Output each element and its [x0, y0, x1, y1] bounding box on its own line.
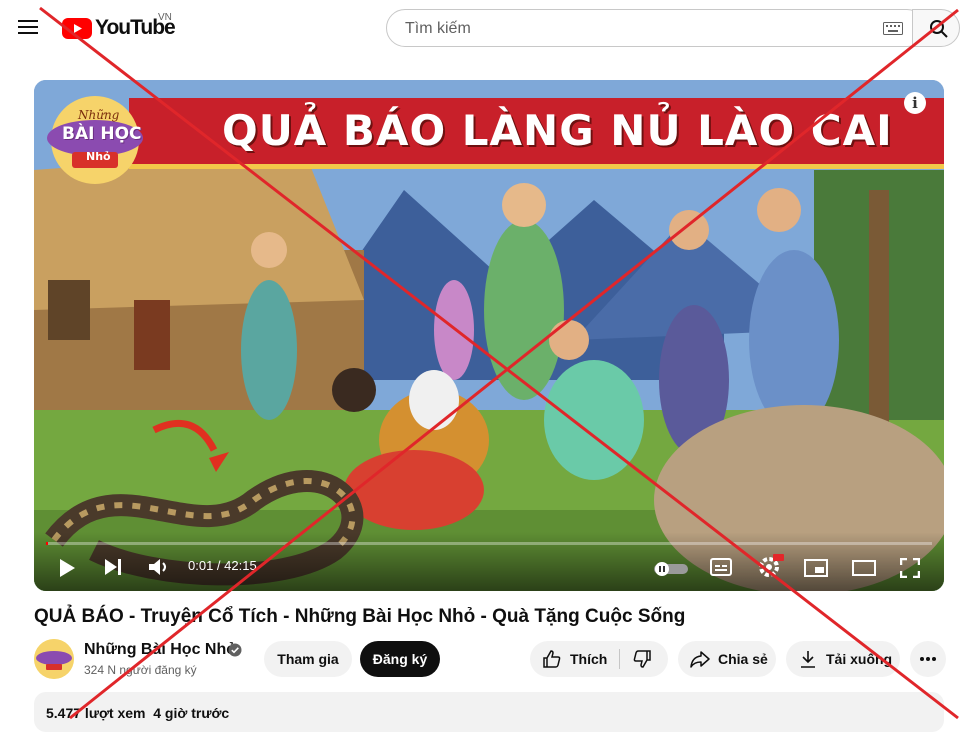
channel-logo-line2: BÀI HỌC — [62, 124, 142, 144]
channel-watermark: Những BÀI HỌC Nhỏ — [42, 90, 148, 188]
share-button[interactable]: Chia sẻ — [678, 641, 776, 677]
progress-fill — [46, 542, 48, 545]
top-bar: YouTube VN — [0, 0, 960, 58]
info-icon[interactable]: i — [904, 92, 926, 114]
miniplayer-icon[interactable] — [804, 559, 828, 577]
settings-gear-icon[interactable] — [758, 554, 784, 578]
video-player[interactable]: Những BÀI HỌC Nhỏ QUẢ BÁO LÀNG NỦ LÀO CA… — [34, 80, 944, 591]
channel-avatar[interactable] — [34, 639, 74, 679]
subscribe-button[interactable]: Đăng ký — [360, 641, 440, 677]
subscriber-count: 324 N người đăng ký — [84, 663, 197, 677]
views-and-date: 5.477 lượt xem 4 giờ trước — [46, 705, 230, 721]
join-button[interactable]: Tham gia — [264, 641, 352, 677]
volume-icon[interactable] — [148, 557, 170, 577]
channel-logo-line1: Những — [78, 108, 120, 122]
like-button[interactable]: Thích — [530, 641, 668, 677]
video-title: QUẢ BÁO - Truyện Cổ Tích - Những Bài Học… — [34, 606, 686, 627]
time-display: 0:01 / 42:15 — [188, 558, 257, 573]
join-label: Tham gia — [277, 651, 339, 667]
download-label: Tải xuống — [826, 651, 893, 667]
youtube-logo[interactable]: YouTube VN — [62, 12, 176, 40]
more-actions-button[interactable] — [910, 641, 946, 677]
progress-bar[interactable] — [46, 542, 932, 545]
download-icon — [801, 651, 815, 668]
verified-badge-icon — [228, 643, 242, 657]
download-button[interactable]: Tải xuống — [786, 641, 900, 677]
video-frame — [34, 80, 944, 591]
subtitles-icon[interactable] — [710, 558, 732, 576]
thumbs-up-icon — [543, 650, 561, 668]
fullscreen-icon[interactable] — [900, 558, 920, 578]
youtube-play-icon — [62, 17, 92, 39]
next-icon[interactable] — [104, 558, 122, 576]
like-dislike-divider — [619, 649, 620, 669]
channel-avatar-image — [34, 639, 74, 679]
search-box — [386, 9, 926, 47]
play-icon[interactable] — [58, 558, 76, 578]
video-banner-title: QUẢ BÁO LÀNG NỦ LÀO CAI — [222, 106, 893, 155]
like-label: Thích — [570, 651, 608, 667]
theater-mode-icon[interactable] — [852, 560, 876, 576]
share-label: Chia sẻ — [718, 651, 768, 667]
region-code: VN — [158, 12, 172, 23]
subscribe-label: Đăng ký — [372, 651, 428, 667]
search-button[interactable] — [912, 9, 960, 47]
channel-logo-line3: Nhỏ — [86, 150, 111, 163]
autoplay-toggle-icon[interactable] — [654, 562, 688, 576]
more-horizontal-icon — [920, 657, 936, 661]
thumbs-down-icon[interactable] — [632, 649, 652, 669]
keyboard-icon[interactable] — [883, 22, 903, 35]
search-input[interactable] — [403, 18, 867, 40]
channel-name[interactable]: Những Bài Học Nhỏ — [84, 641, 236, 659]
search-icon — [930, 20, 948, 38]
hamburger-menu-icon[interactable] — [16, 15, 40, 39]
share-arrow-icon — [690, 651, 710, 668]
